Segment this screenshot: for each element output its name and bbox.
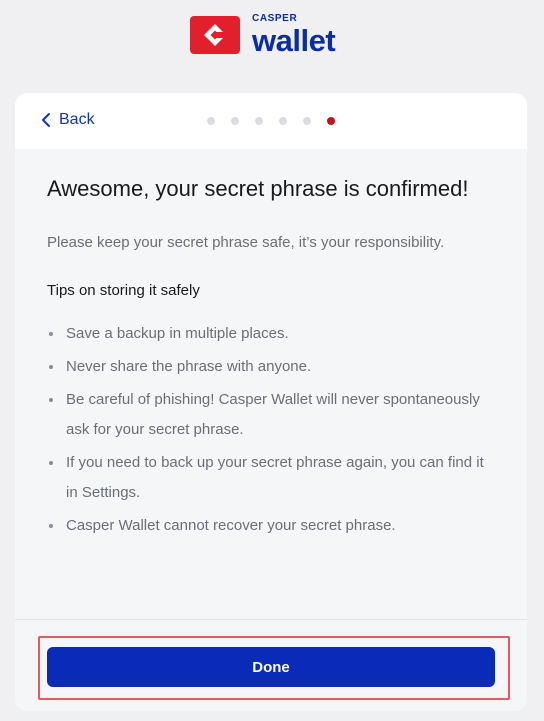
step-indicator — [207, 117, 351, 125]
step-dot-active — [327, 117, 335, 125]
tip-item: Be careful of phishing! Casper Wallet wi… — [47, 385, 495, 445]
back-button[interactable]: Back — [41, 111, 95, 129]
step-dot — [303, 117, 311, 125]
card-header: Back — [15, 93, 527, 149]
step-dot — [231, 117, 239, 125]
onboarding-card: Back Awesome, your secret phrase is conf… — [15, 93, 527, 711]
tip-item: Never share the phrase with anyone. — [47, 352, 495, 382]
tips-list: Save a backup in multiple places. Never … — [47, 319, 495, 541]
step-dot — [255, 117, 263, 125]
casper-wallet-logo: CASPER wallet — [190, 14, 336, 58]
step-dot — [207, 117, 215, 125]
casper-logo-icon — [190, 16, 240, 54]
tips-heading: Tips on storing it safely — [47, 282, 200, 299]
chevron-left-icon — [42, 113, 50, 127]
tip-item: Casper Wallet cannot recover your secret… — [47, 511, 495, 541]
page-subtitle: Please keep your secret phrase safe, it’… — [47, 234, 445, 251]
step-dot — [279, 117, 287, 125]
card-footer: Done — [15, 619, 527, 711]
page-title: Awesome, your secret phrase is confirmed… — [47, 176, 469, 201]
back-label: Back — [59, 111, 95, 128]
logo-brand-name: wallet — [252, 23, 336, 58]
tip-item: Save a backup in multiple places. — [47, 319, 495, 349]
tip-item: If you need to back up your secret phras… — [47, 448, 495, 508]
card-body: Awesome, your secret phrase is confirmed… — [15, 175, 527, 541]
done-button[interactable]: Done — [47, 647, 495, 687]
